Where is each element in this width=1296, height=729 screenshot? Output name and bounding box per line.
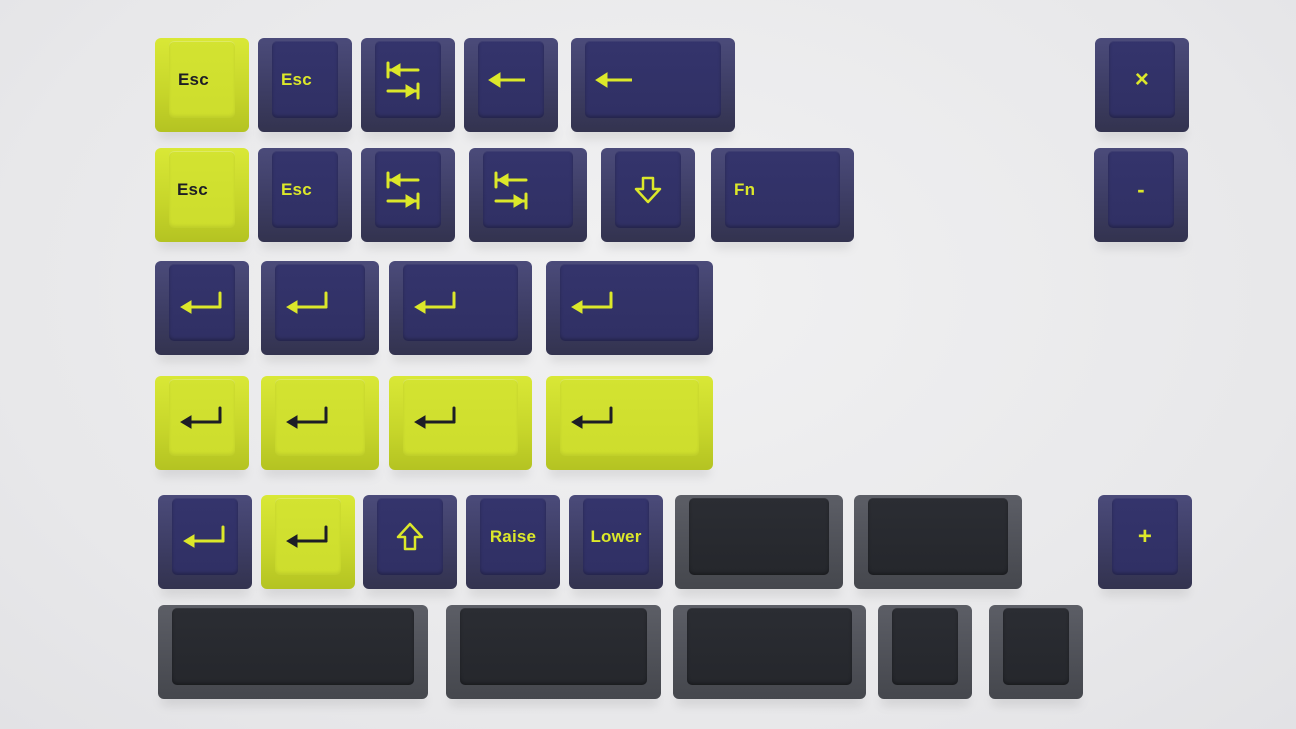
keycap-top — [375, 41, 441, 118]
keycap-top — [689, 498, 829, 575]
enter-keycap-1u — [155, 376, 249, 470]
keycap-top: Esc — [272, 151, 338, 228]
enter-arrow-icon — [571, 406, 613, 429]
enter-arrow-icon — [414, 291, 456, 314]
enter-arrow-icon — [180, 406, 222, 429]
keycap-top — [275, 264, 365, 341]
enter-arrow-icon — [286, 525, 328, 548]
esc-keycap-purple: Esc — [258, 38, 352, 132]
keycap-top — [377, 498, 443, 575]
esc-keycap-purple: Esc — [258, 148, 352, 242]
keycap-top: + — [1112, 498, 1178, 575]
keycap-top — [585, 41, 721, 118]
lower-keycap: Lower — [569, 495, 663, 589]
keycap-top: Esc — [272, 41, 338, 118]
multiply-keycap: × — [1095, 38, 1189, 132]
shift-keycap — [363, 495, 457, 589]
fn-keycap: Fn — [711, 148, 854, 242]
key-legend: Fn — [734, 179, 756, 199]
enter-keycap-2u — [546, 376, 713, 470]
keycap-set-photo: Esc Esc × Esc Esc Fn - Raise Lower + — [0, 0, 1296, 729]
tab-keycap — [361, 38, 455, 132]
key-legend: - — [1137, 176, 1145, 202]
keycap-top — [275, 379, 365, 456]
key-legend: + — [1137, 522, 1153, 550]
key-legend: Raise — [489, 526, 537, 546]
keycap-top: Esc — [169, 41, 235, 118]
keycap-top — [615, 151, 681, 228]
backspace-keycap-1u — [464, 38, 558, 132]
keycap-top — [560, 379, 699, 456]
enter-keycap-1-25u — [261, 376, 379, 470]
keycap-top — [868, 498, 1008, 575]
outline-down-arrow-icon — [634, 176, 662, 203]
tab-keycap — [361, 148, 455, 242]
enter-arrow-icon — [286, 406, 328, 429]
keycap-top: Fn — [725, 151, 840, 228]
keycap-top — [172, 498, 238, 575]
keycap-top — [892, 608, 958, 685]
backspace-arrow-icon — [488, 71, 525, 88]
keycap-top — [483, 151, 573, 228]
enter-arrow-icon — [183, 525, 225, 548]
keycap-top — [560, 264, 699, 341]
tab-arrows-icon — [386, 171, 420, 209]
keycap-top: Lower — [583, 498, 649, 575]
enter-arrow-icon — [180, 291, 222, 314]
keycap-top — [172, 608, 414, 685]
enter-keycap-purple — [158, 495, 252, 589]
blank-keycap-1-75u — [854, 495, 1022, 589]
blank-keycap-1u — [878, 605, 972, 699]
keycap-top — [375, 151, 441, 228]
blank-keycap-2-25u — [446, 605, 661, 699]
keycap-top: Esc — [169, 151, 235, 228]
enter-keycap-1u — [155, 261, 249, 355]
enter-arrow-icon — [571, 291, 613, 314]
key-legend: × — [1134, 65, 1150, 93]
enter-keycap-yellow — [261, 495, 355, 589]
esc-keycap-yellow: Esc — [155, 38, 249, 132]
backspace-keycap-wide — [571, 38, 735, 132]
outline-up-arrow-icon — [396, 522, 424, 550]
key-legend: Esc — [177, 179, 208, 199]
keycap-top — [275, 498, 341, 575]
minus-keycap: - — [1094, 148, 1188, 242]
backspace-arrow-icon — [595, 71, 632, 88]
blank-keycap-2u — [673, 605, 866, 699]
blank-keycap-1u — [989, 605, 1083, 699]
keycap-top — [169, 379, 235, 456]
tab-arrows-icon — [494, 171, 528, 209]
enter-keycap-2u — [546, 261, 713, 355]
keycap-top: × — [1109, 41, 1175, 118]
enter-keycap-1-5u — [389, 261, 532, 355]
esc-keycap-yellow: Esc — [155, 148, 249, 242]
key-legend: Esc — [178, 69, 209, 89]
keycap-top: - — [1108, 151, 1174, 228]
key-legend: Esc — [281, 179, 312, 199]
keycap-top — [478, 41, 544, 118]
keycap-top — [687, 608, 852, 685]
key-legend: Esc — [281, 69, 312, 89]
keycap-top — [460, 608, 647, 685]
enter-arrow-icon — [414, 406, 456, 429]
raise-keycap: Raise — [466, 495, 560, 589]
keycap-top — [1003, 608, 1069, 685]
enter-arrow-icon — [286, 291, 328, 314]
down-arrow-keycap — [601, 148, 695, 242]
enter-keycap-1-5u — [389, 376, 532, 470]
tab-arrows-icon — [386, 61, 420, 99]
keycap-top — [169, 264, 235, 341]
keycap-top — [403, 264, 518, 341]
keycap-top — [403, 379, 518, 456]
plus-keycap: + — [1098, 495, 1192, 589]
key-legend: Lower — [590, 526, 642, 546]
keycap-top: Raise — [480, 498, 546, 575]
blank-spacebar-keycap — [158, 605, 428, 699]
blank-keycap-1-75u — [675, 495, 843, 589]
tab-keycap-wide — [469, 148, 587, 242]
enter-keycap-1-25u — [261, 261, 379, 355]
